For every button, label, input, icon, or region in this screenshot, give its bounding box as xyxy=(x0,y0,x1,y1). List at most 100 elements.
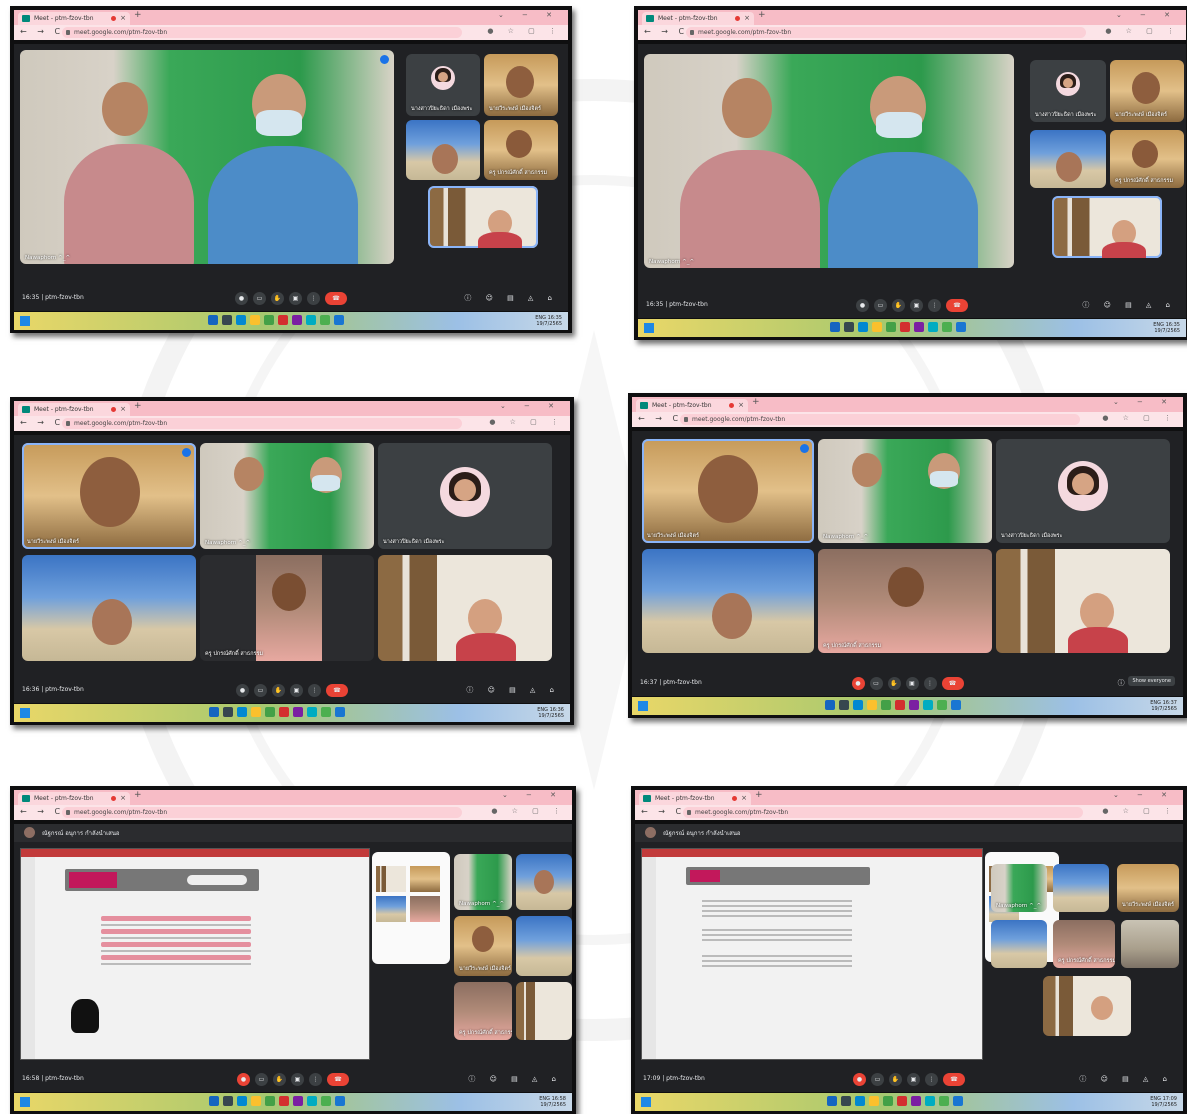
new-tab-icon[interactable]: + xyxy=(134,401,142,411)
new-tab-icon[interactable]: + xyxy=(134,10,142,20)
taskbar-apps[interactable] xyxy=(208,707,345,717)
present-icon[interactable]: ▣ xyxy=(291,1073,304,1086)
nav-buttons[interactable]: ← → C xyxy=(644,27,688,36)
taskbar-apps[interactable] xyxy=(826,1096,963,1106)
participant-tile[interactable] xyxy=(22,555,196,661)
browser-tab[interactable]: Meet - ptm-fzov-tbn × xyxy=(18,12,130,25)
mic-off-icon[interactable]: ● xyxy=(851,677,865,690)
new-tab-icon[interactable]: + xyxy=(755,790,763,800)
participant-tile[interactable] xyxy=(996,549,1170,653)
participant-tile[interactable]: ครู ปกรณ์ศักดิ์ สาธกรรม xyxy=(200,555,374,661)
participant-tile[interactable]: ครู ปกรณ์ศักดิ์ สาธกรรม xyxy=(454,982,512,1040)
raise-hand-icon[interactable]: ✋ xyxy=(887,677,901,690)
participant-tile[interactable]: นางสาวปิยะธิดา เมืองพระ xyxy=(1030,60,1106,122)
windows-start-icon[interactable] xyxy=(638,701,648,711)
meet-side-icons[interactable]: ⓘ ☺ ▤ ◬ ⌂ xyxy=(464,293,558,303)
nav-buttons[interactable]: ← → C xyxy=(20,418,64,427)
end-call-icon[interactable]: ☎ xyxy=(943,1073,965,1086)
mic-off-icon[interactable]: ● xyxy=(237,1073,250,1086)
close-tab-icon[interactable]: × xyxy=(741,792,747,805)
participant-tile[interactable] xyxy=(1043,976,1131,1036)
present-icon[interactable]: ▣ xyxy=(907,1073,920,1086)
present-icon[interactable]: ▣ xyxy=(905,677,919,690)
more-icon[interactable]: ⋮ xyxy=(923,677,937,690)
participant-tile[interactable]: นางสาวปิยะธิดา เมืองพระ xyxy=(378,443,552,549)
participant-tile[interactable] xyxy=(516,854,572,910)
extension-icons[interactable]: ● ☆ ▢ ⋮ xyxy=(489,418,564,426)
participant-tile[interactable]: ครู ปกรณ์ศักดิ์ สาธกรรม xyxy=(1110,130,1184,188)
meet-side-icons[interactable]: ⓘ ☺ ▤ ◬ ⌂ xyxy=(1082,300,1176,310)
participant-tile[interactable] xyxy=(1121,920,1179,968)
camera-icon[interactable]: ▭ xyxy=(255,1073,268,1086)
close-tab-icon[interactable]: × xyxy=(120,403,126,416)
window-controls[interactable]: ⌄ − ✕ xyxy=(498,11,560,19)
taskbar-apps[interactable] xyxy=(824,700,961,710)
nav-buttons[interactable]: ← → C xyxy=(641,807,685,816)
shared-window-thumbnail[interactable] xyxy=(372,852,450,964)
participant-tile[interactable]: นายวีระพงษ์ เมืองจิตร์ xyxy=(1117,864,1179,912)
window-controls[interactable]: ⌄ − ✕ xyxy=(502,791,564,799)
extension-icons[interactable]: ● ☆ ▢ ⋮ xyxy=(491,807,566,815)
participant-tile[interactable]: Nawaphorn ^_^ xyxy=(818,439,992,543)
close-tab-icon[interactable]: × xyxy=(120,12,126,25)
extension-icons[interactable]: ● ☆ ▢ ⋮ xyxy=(1105,27,1180,35)
taskbar-apps[interactable] xyxy=(829,322,966,332)
nav-buttons[interactable]: ← → C xyxy=(638,414,682,423)
raise-hand-icon[interactable]: ✋ xyxy=(889,1073,902,1086)
participant-tile[interactable]: นายวีระพงษ์ เมืองจิตร์ xyxy=(454,916,512,976)
end-call-icon[interactable]: ☎ xyxy=(946,299,968,312)
participant-tile[interactable] xyxy=(991,920,1047,968)
camera-icon[interactable]: ▭ xyxy=(253,292,266,305)
participant-tile[interactable]: นายวีระพงษ์ เมืองจิตร์ xyxy=(484,54,558,116)
participant-tile[interactable]: ครู ปกรณ์ศักดิ์ สาธกรรม xyxy=(818,549,992,653)
browser-tab[interactable]: Meet - ptm-fzov-tbn × xyxy=(639,792,751,805)
more-icon[interactable]: ⋮ xyxy=(925,1073,938,1086)
new-tab-icon[interactable]: + xyxy=(134,790,142,800)
meet-side-icons[interactable]: ⓘ ☺ ▤ ◬ ⌂ xyxy=(1079,1074,1173,1084)
meet-side-icons[interactable]: ⓘ ☺ ▤ ◬ ⌂ xyxy=(468,1074,562,1084)
raise-hand-icon[interactable]: ✋ xyxy=(892,299,905,312)
window-controls[interactable]: ⌄ − ✕ xyxy=(500,402,562,410)
present-icon[interactable]: ▣ xyxy=(289,292,302,305)
participant-tile[interactable] xyxy=(406,120,480,180)
participant-tile[interactable] xyxy=(642,549,814,653)
camera-icon[interactable]: ▭ xyxy=(871,1073,884,1086)
participant-tile[interactable]: นางสาวปิยะธิดา เมืองพระ xyxy=(406,54,480,116)
camera-icon[interactable]: ▭ xyxy=(254,684,267,697)
camera-icon[interactable]: ▭ xyxy=(874,299,887,312)
mic-icon[interactable]: ● xyxy=(235,292,248,305)
new-tab-icon[interactable]: + xyxy=(752,397,760,407)
address-bar[interactable]: meet.google.com/ptm-fzov-tbn xyxy=(680,414,1080,425)
browser-tab[interactable]: Meet - ptm-fzov-tbn × xyxy=(18,403,130,416)
address-bar[interactable]: meet.google.com/ptm-fzov-tbn xyxy=(686,27,1086,38)
raise-hand-icon[interactable]: ✋ xyxy=(272,684,285,697)
nav-buttons[interactable]: ← → C xyxy=(20,807,64,816)
close-tab-icon[interactable]: × xyxy=(738,399,744,412)
camera-icon[interactable]: ▭ xyxy=(869,677,883,690)
taskbar-apps[interactable] xyxy=(207,315,344,325)
raise-hand-icon[interactable]: ✋ xyxy=(271,292,284,305)
browser-tab[interactable]: Meet - ptm-fzov-tbn × xyxy=(636,399,748,412)
participant-tile[interactable]: Nawaphorn ^_^ xyxy=(454,854,512,910)
more-icon[interactable]: ⋮ xyxy=(309,1073,322,1086)
main-video-tile[interactable]: Nawaphorn ^_^ xyxy=(644,54,1014,268)
close-tab-icon[interactable]: × xyxy=(120,792,126,805)
new-tab-icon[interactable]: + xyxy=(758,10,766,20)
end-call-icon[interactable]: ☎ xyxy=(325,292,347,305)
present-icon[interactable]: ▣ xyxy=(290,684,303,697)
participant-tile[interactable]: นางสาวปิยะธิดา เมืองพระ xyxy=(996,439,1170,543)
participant-tile[interactable]: นายวีระพงษ์ เมืองจิตร์ xyxy=(642,439,814,543)
browser-tab[interactable]: Meet - ptm-fzov-tbn × xyxy=(18,792,130,805)
participant-tile[interactable] xyxy=(378,555,552,661)
mic-icon[interactable]: ● xyxy=(236,684,249,697)
address-bar[interactable]: meet.google.com/ptm-fzov-tbn xyxy=(62,27,462,38)
participant-tile[interactable]: Nawaphorn ^_^ xyxy=(200,443,374,549)
shared-screen[interactable] xyxy=(20,848,370,1060)
raise-hand-icon[interactable]: ✋ xyxy=(273,1073,286,1086)
address-bar[interactable]: meet.google.com/ptm-fzov-tbn xyxy=(62,418,462,429)
extension-icons[interactable]: ● ☆ ▢ ⋮ xyxy=(487,27,562,35)
windows-start-icon[interactable] xyxy=(641,1097,651,1107)
more-icon[interactable]: ⋮ xyxy=(307,292,320,305)
window-controls[interactable]: ⌄ − ✕ xyxy=(1116,11,1178,19)
windows-start-icon[interactable] xyxy=(20,316,30,326)
